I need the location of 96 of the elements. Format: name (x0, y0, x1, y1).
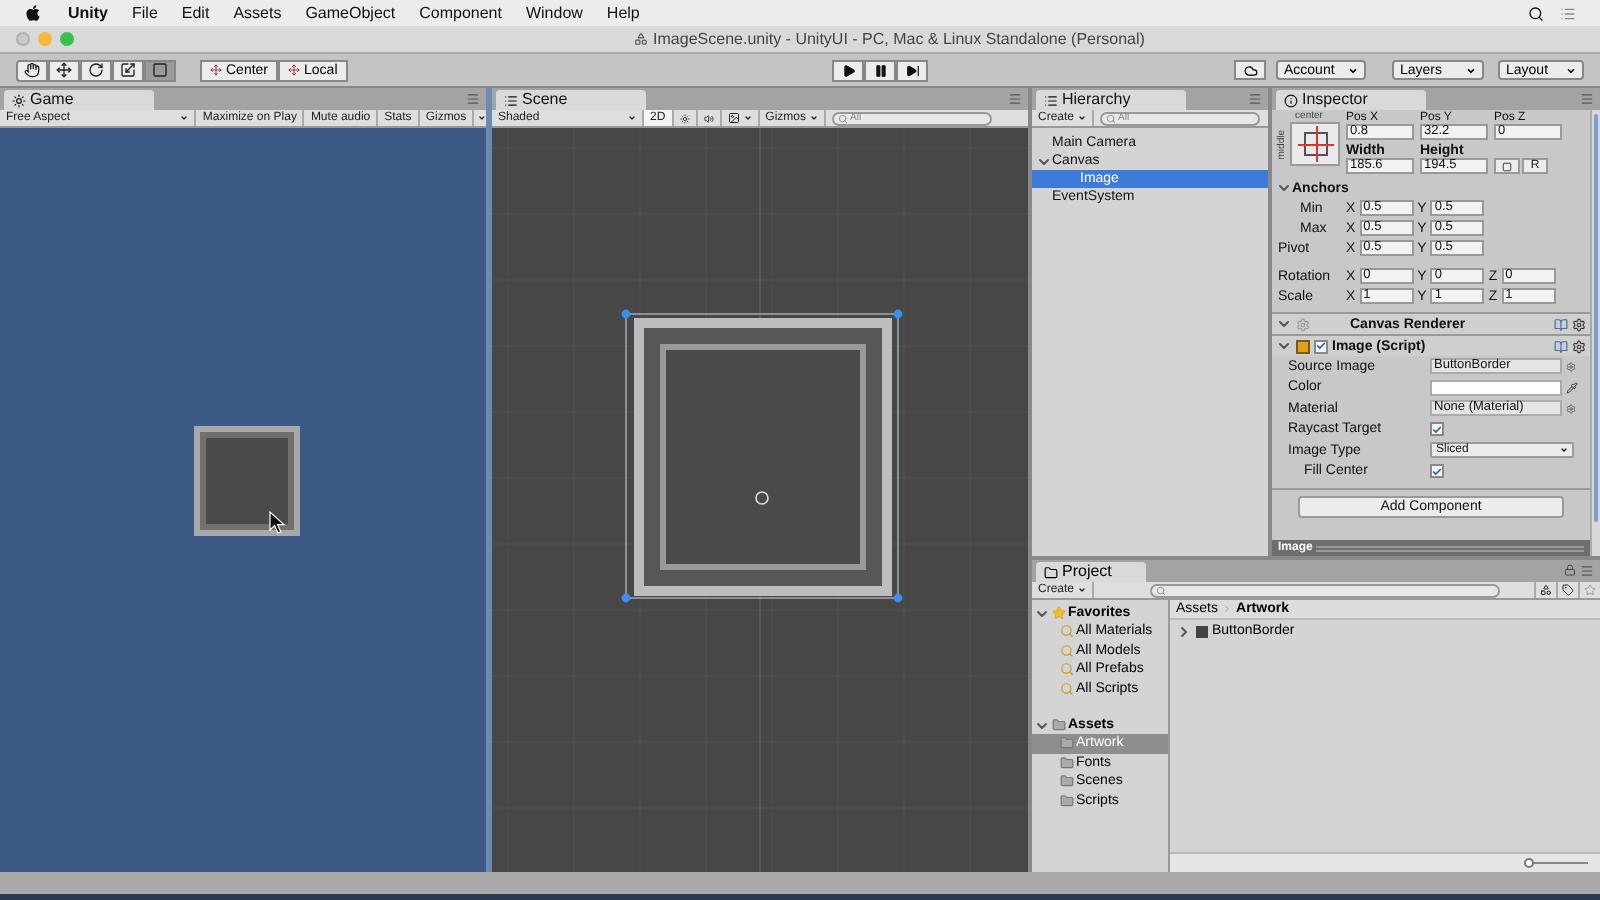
filter-label-button[interactable] (1556, 582, 1578, 598)
scene-tab-icon (504, 93, 518, 107)
step-icon (905, 63, 920, 77)
pause-button[interactable] (864, 59, 897, 81)
menu-item[interactable]: File (132, 5, 158, 21)
checkbox[interactable] (1430, 422, 1444, 437)
menu-item[interactable]: Help (606, 5, 640, 21)
blueprint-mode-button[interactable] (1494, 158, 1520, 174)
window-title: ImageScene.unity - UnityUI - PC, Mac & Linux Standalone (Personal) (653, 31, 1145, 47)
search-icon (838, 113, 849, 123)
folder-icon (1060, 755, 1074, 770)
play-button[interactable] (832, 59, 865, 81)
menu-item[interactable]: Unity (68, 5, 108, 21)
checkbox[interactable] (1430, 464, 1444, 479)
folder-icon (1052, 718, 1066, 732)
search-icon (1060, 643, 1074, 658)
play-icon (841, 63, 856, 77)
step-button[interactable] (896, 59, 929, 81)
panel-tab[interactable]: Scene (496, 90, 646, 110)
menu-item[interactable]: Window (525, 5, 583, 21)
rect-tool-icon (152, 62, 168, 78)
lock-icon[interactable] (1564, 564, 1576, 576)
caret-icon (1078, 586, 1087, 594)
search-field[interactable] (1150, 583, 1501, 597)
gear-icon[interactable] (1572, 339, 1586, 353)
object-picker-icon[interactable] (1566, 403, 1576, 414)
tag-icon (1562, 584, 1574, 596)
apple-icon[interactable] (24, 4, 42, 22)
caret-icon (180, 114, 189, 122)
tool-button[interactable] (16, 59, 48, 81)
folder-icon (1044, 565, 1058, 579)
image-component-icon (1296, 339, 1310, 353)
caret-icon (628, 114, 636, 122)
search-icon (1060, 681, 1074, 696)
pivot-icon (288, 64, 301, 76)
caret-icon (1566, 65, 1576, 75)
anchor-preset-button[interactable] (1290, 122, 1340, 166)
check-icon (1316, 340, 1326, 352)
color-field[interactable] (1430, 379, 1562, 396)
caret-icon (743, 114, 752, 122)
info-icon (1284, 93, 1298, 107)
folder-icon (1060, 736, 1074, 751)
texture-icon (1196, 625, 1208, 637)
eyedropper-icon[interactable] (1566, 381, 1578, 394)
search-icon (1060, 624, 1074, 639)
tool-button[interactable] (144, 59, 176, 81)
panel-tab[interactable]: Hierarchy (1036, 90, 1186, 110)
ui-image-drawing (194, 426, 300, 536)
checkbox[interactable] (1314, 339, 1328, 353)
game-tab-icon (12, 93, 26, 107)
pause-icon (873, 63, 888, 77)
search-icon (1060, 662, 1074, 677)
list-icon[interactable] (1560, 5, 1576, 21)
check-icon (1432, 465, 1442, 478)
chevron-right-icon (1222, 604, 1233, 614)
caret-icon (810, 114, 819, 122)
panel-tab[interactable]: Project (1036, 562, 1146, 582)
caret-icon (1348, 65, 1358, 75)
move-tool-icon (56, 62, 72, 78)
caret-icon (1466, 65, 1476, 75)
star-icon (1052, 606, 1066, 620)
cloud-button[interactable] (1234, 60, 1266, 80)
caret-icon[interactable] (478, 114, 486, 122)
search-icon (1106, 113, 1117, 123)
dashed-square-icon (1502, 161, 1512, 171)
tool-button[interactable] (48, 59, 80, 81)
menu-item[interactable]: Edit (181, 5, 210, 21)
sun-icon (679, 113, 690, 123)
scale-tool-icon (120, 62, 136, 78)
gear-icon[interactable] (1572, 317, 1586, 331)
object-picker-icon[interactable] (1566, 361, 1576, 372)
tool-button[interactable] (112, 59, 144, 81)
search-icon (1156, 585, 1167, 595)
shapes-icon (1540, 584, 1552, 596)
filter-type-button[interactable] (1534, 582, 1556, 598)
hand-tool-icon (24, 62, 40, 78)
folder-icon (1060, 793, 1074, 808)
search-icon[interactable] (1528, 5, 1544, 21)
panel-tab[interactable]: Game (4, 90, 154, 110)
caret-icon (1078, 114, 1087, 122)
menu-item[interactable]: Assets (233, 5, 282, 21)
panel-tab[interactable]: Inspector (1276, 90, 1426, 110)
unity-file-icon (633, 32, 648, 46)
slider-thumb[interactable] (1524, 858, 1534, 868)
speaker-icon (703, 113, 714, 123)
rotate-tool-icon (88, 62, 104, 78)
image-icon (727, 112, 740, 124)
cloud-icon (1243, 63, 1257, 77)
tool-button[interactable] (80, 59, 112, 81)
pivot-icon (210, 64, 222, 76)
menu-item[interactable]: Component (419, 5, 502, 21)
folder-icon (1060, 774, 1074, 789)
zoom-slider[interactable] (1524, 857, 1588, 869)
hierarchy-tab-icon (1044, 93, 1058, 107)
menu-item[interactable]: GameObject (305, 5, 396, 21)
check-icon (1432, 423, 1442, 436)
